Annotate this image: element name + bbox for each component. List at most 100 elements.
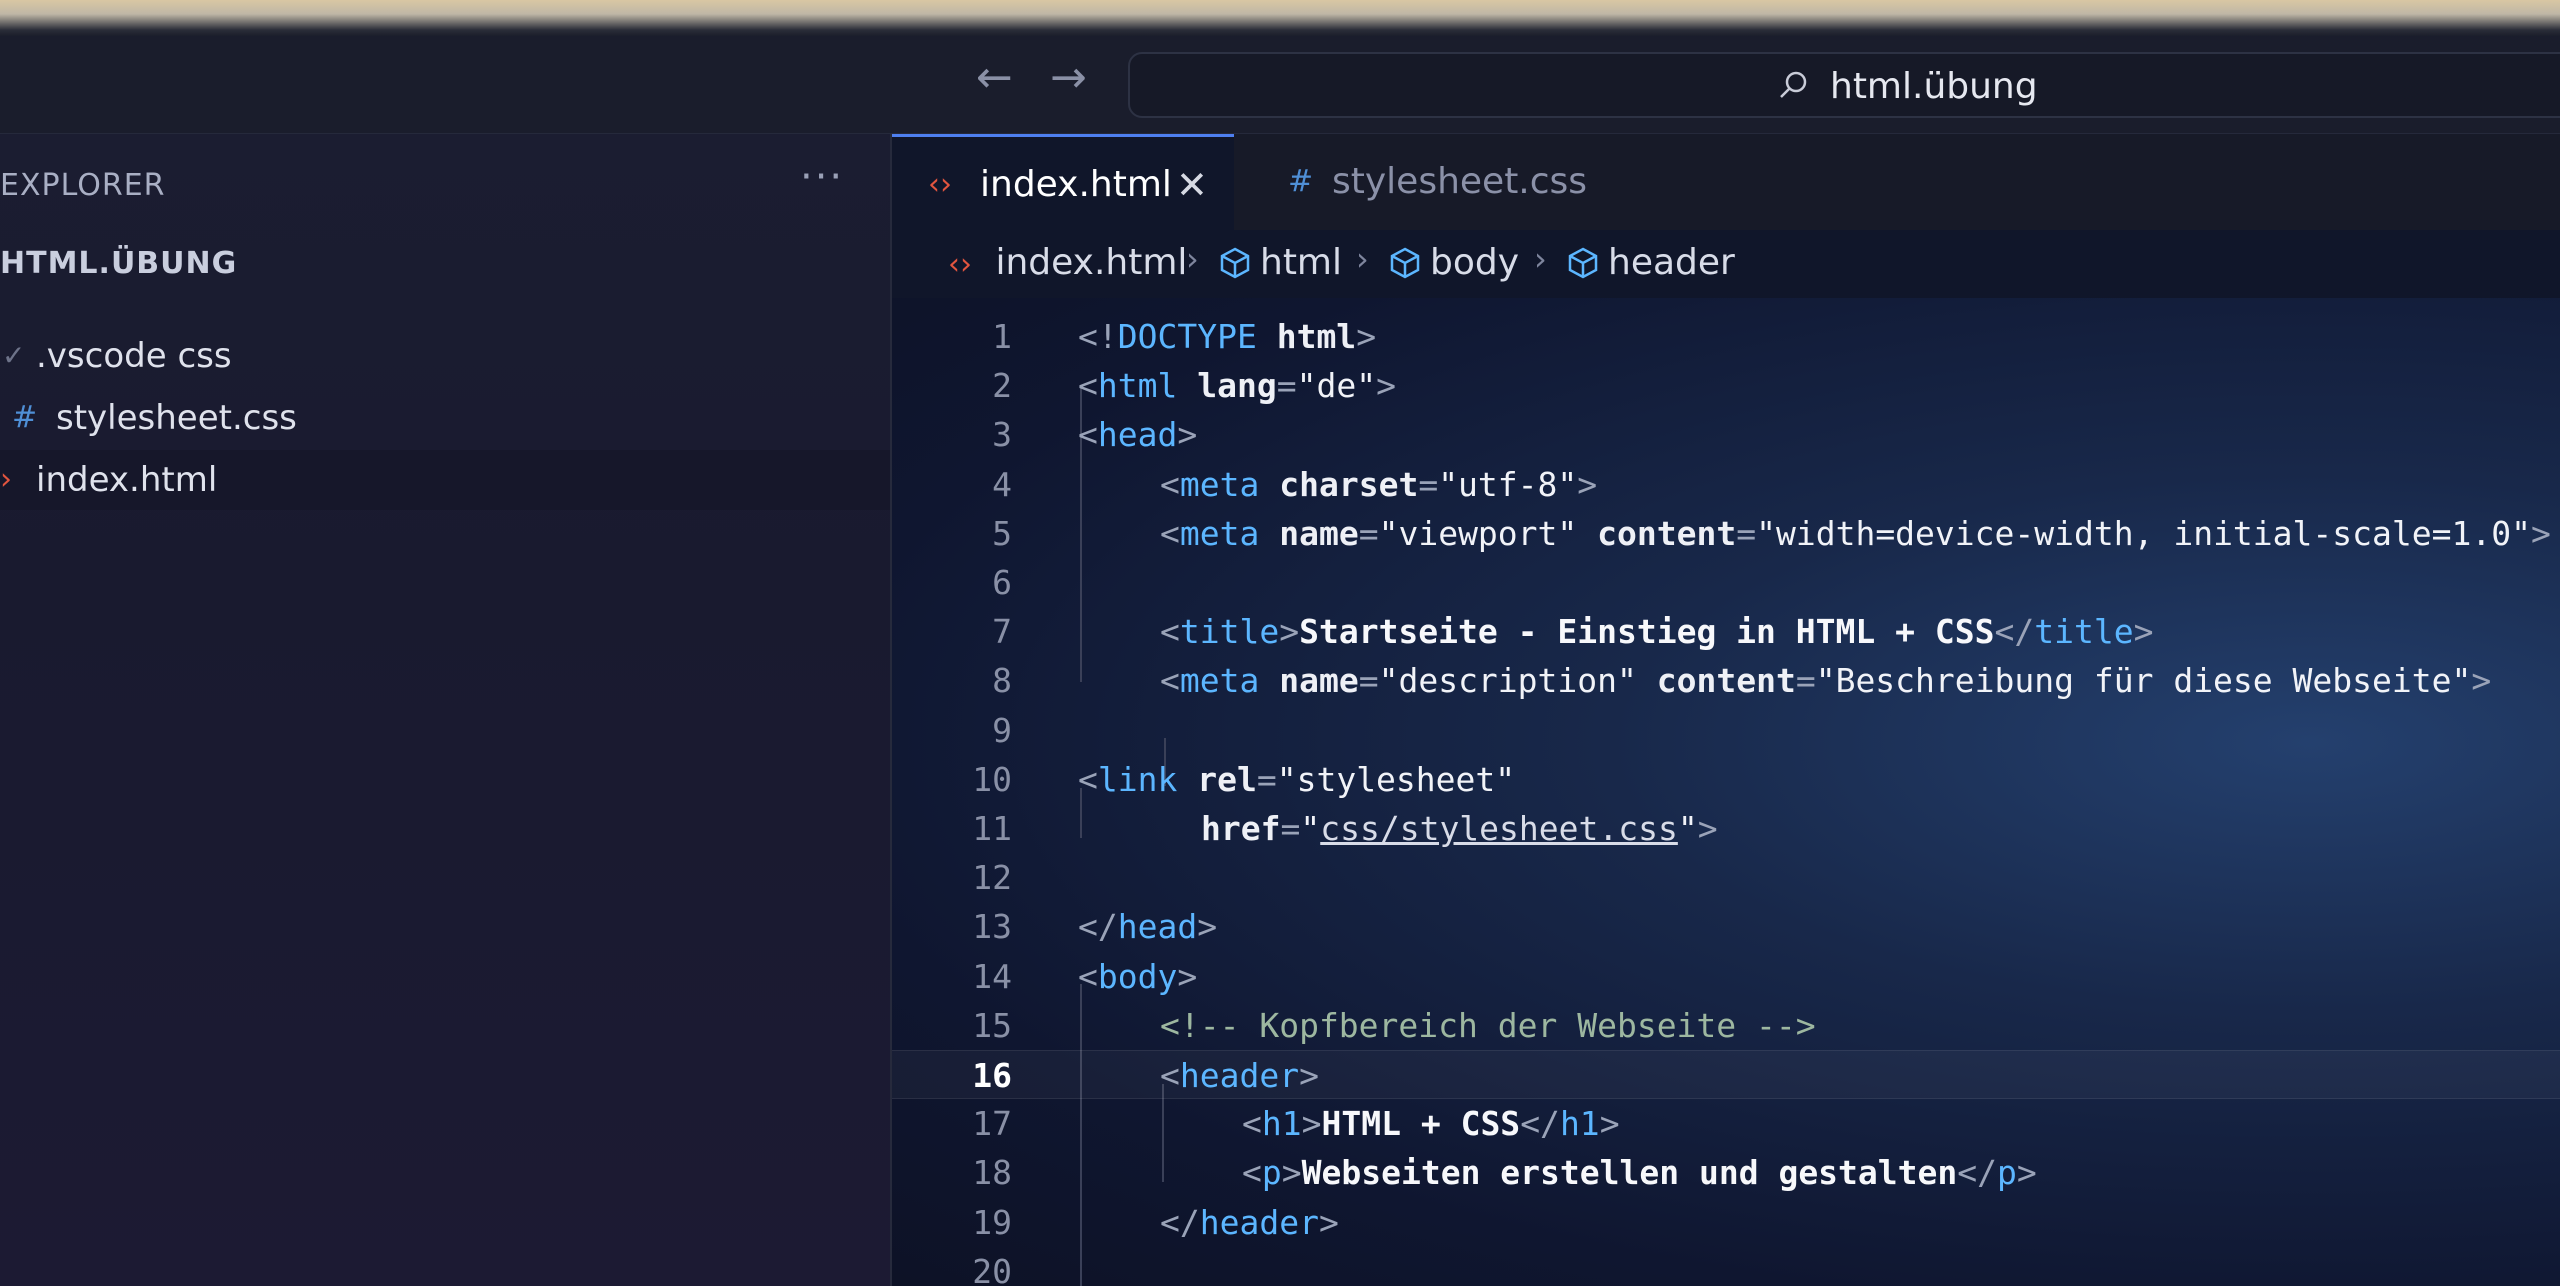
explorer-sidebar: EXPLORER ··· HTML.ÜBUNG ✓ .vscode css # … [0, 134, 892, 1286]
code-line[interactable]: 17 <h1>HTML + CSS</h1> [892, 1099, 2560, 1148]
code-token: css/stylesheet.css [1320, 809, 1678, 848]
code-line[interactable]: 14 <body> [892, 952, 2560, 1001]
arrow-right-icon[interactable]: → [1050, 56, 1087, 100]
screen-bezel [0, 0, 2560, 36]
code-token: > [2016, 1153, 2037, 1193]
code-line[interactable]: 4 <meta charset="utf-8"> [892, 460, 2560, 509]
code-token: > [2530, 513, 2551, 553]
chevron-right-icon: › [1186, 240, 1199, 278]
code-line[interactable]: 8 <meta name="description" content="Besch… [892, 656, 2560, 705]
code-token: > [1356, 317, 1377, 356]
folder-chevron-icon: ✓ [2, 339, 26, 372]
code-token: " [1677, 809, 1698, 848]
code-token: = [1358, 661, 1379, 701]
code-content: <meta name="description" content="Beschr… [1160, 656, 2491, 705]
tree-item-stylesheet-css[interactable]: # stylesheet.css [0, 388, 890, 448]
breadcrumb-header[interactable]: header [1566, 242, 1735, 283]
code-token: h1 [1261, 1104, 1302, 1144]
code-line[interactable]: 19 </header> [892, 1198, 2560, 1247]
code-token: </ [1994, 612, 2035, 652]
code-token: > [1177, 956, 1198, 996]
tree-item-index-html[interactable]: › index.html [0, 450, 890, 510]
code-token: > [1376, 366, 1396, 406]
code-line[interactable]: 11 href="css/stylesheet.css"> [892, 804, 2560, 853]
code-token: = [1280, 809, 1301, 848]
tab-stylesheet-css[interactable]: # stylesheet.css [1272, 134, 1632, 230]
code-line[interactable]: 3 <head> [892, 410, 2560, 459]
code-line[interactable]: 13 </head> [892, 902, 2560, 951]
breadcrumb-body[interactable]: body [1388, 242, 1519, 283]
code-line[interactable]: 16 <header> [892, 1050, 2560, 1099]
code-token: html [1276, 317, 1357, 356]
code-token: h1 [1559, 1104, 1600, 1144]
code-line[interactable]: 7 <title>Startseite - Einstieg in HTML + … [892, 607, 2560, 656]
code-content: </header> [1160, 1198, 1339, 1247]
code-line[interactable]: 6 [892, 558, 2560, 607]
element-cube-icon [1568, 247, 1598, 279]
editor-tab-bar: ‹› index.html ✕ # stylesheet.css [892, 134, 2560, 230]
code-token: title [1179, 612, 1280, 652]
breadcrumb-file[interactable]: ‹› index.html [948, 242, 1187, 283]
code-line[interactable]: 1 <!DOCTYPE html> [892, 312, 2560, 361]
title-bar: ← → html.übung [0, 36, 2560, 134]
tab-index-html[interactable]: ‹› index.html ✕ [892, 134, 1234, 230]
search-icon [1780, 71, 1807, 98]
code-token: <! [1078, 317, 1118, 356]
close-icon[interactable]: ✕ [1176, 137, 1208, 233]
line-number: 12 [972, 858, 1012, 898]
line-number: 2 [992, 366, 1012, 406]
code-token: Startseite - Einstieg in HTML + CSS [1299, 612, 1995, 652]
chevron-right-icon: › [1534, 240, 1547, 278]
tree-item-label: stylesheet.css [56, 398, 297, 438]
code-token: < [1078, 415, 1098, 455]
code-token: head [1117, 907, 1198, 947]
element-cube-icon [1220, 247, 1250, 279]
arrow-left-icon[interactable]: ← [976, 56, 1013, 100]
chevron-right-icon: › [1356, 240, 1369, 278]
tab-label: stylesheet.css [1332, 161, 1588, 202]
code-content: <head> [1078, 410, 1197, 459]
command-center-text: html.übung [1830, 66, 2038, 107]
code-line[interactable]: 15 <!-- Kopfbereich der Webseite --> [892, 1001, 2560, 1050]
breadcrumb: ‹› index.html › html › body › header [892, 230, 2560, 298]
code-token: link [1097, 759, 1178, 799]
tree-item-vscode-css[interactable]: ✓ .vscode css [0, 326, 890, 386]
workspace-root-folder[interactable]: HTML.ÜBUNG [0, 246, 237, 281]
code-token: name [1279, 513, 1359, 553]
code-token: "Beschreibung für diese Webseite" [1815, 661, 2472, 701]
code-line[interactable]: 5 <meta name="viewport" content="width=de… [892, 509, 2560, 558]
code-token: < [1078, 759, 1098, 799]
code-token: "description" [1378, 661, 1637, 701]
code-content: <!-- Kopfbereich der Webseite --> [1160, 1001, 1816, 1050]
code-token: </ [1520, 1104, 1560, 1144]
code-line[interactable]: 2 <html lang="de"> [892, 361, 2560, 410]
line-number: 19 [972, 1202, 1012, 1242]
code-line[interactable]: 20 [892, 1247, 2560, 1286]
code-token: Webseiten erstellen und gestalten [1301, 1153, 1958, 1193]
code-token: = [1795, 661, 1816, 701]
code-token: = [1418, 464, 1439, 504]
element-cube-icon [1390, 247, 1420, 279]
code-content: <meta charset="utf-8"> [1160, 460, 1597, 509]
line-number: 6 [992, 563, 1012, 602]
code-content: <body> [1078, 952, 1197, 1001]
code-line[interactable]: 12 [892, 853, 2560, 902]
line-number: 13 [972, 907, 1012, 947]
code-line[interactable]: 9 [892, 706, 2560, 755]
code-token: < [1160, 612, 1180, 652]
tree-item-label: .vscode css [36, 336, 232, 376]
code-token: > [1177, 415, 1198, 455]
code-token: > [1279, 612, 1300, 652]
code-token: = [1276, 366, 1297, 406]
more-actions-icon[interactable]: ··· [800, 154, 844, 200]
code-line[interactable]: 18 <p>Webseiten erstellen und gestalten</… [892, 1148, 2560, 1197]
breadcrumb-html[interactable]: html [1218, 242, 1342, 283]
code-token: </ [1078, 907, 1118, 947]
command-center-search[interactable]: html.übung [1128, 52, 2560, 118]
code-line[interactable]: 10 <link rel="stylesheet" [892, 755, 2560, 804]
code-editor[interactable]: 1 <!DOCTYPE html> 2 <html lang="de"> 3 <head>… [892, 298, 2560, 1286]
